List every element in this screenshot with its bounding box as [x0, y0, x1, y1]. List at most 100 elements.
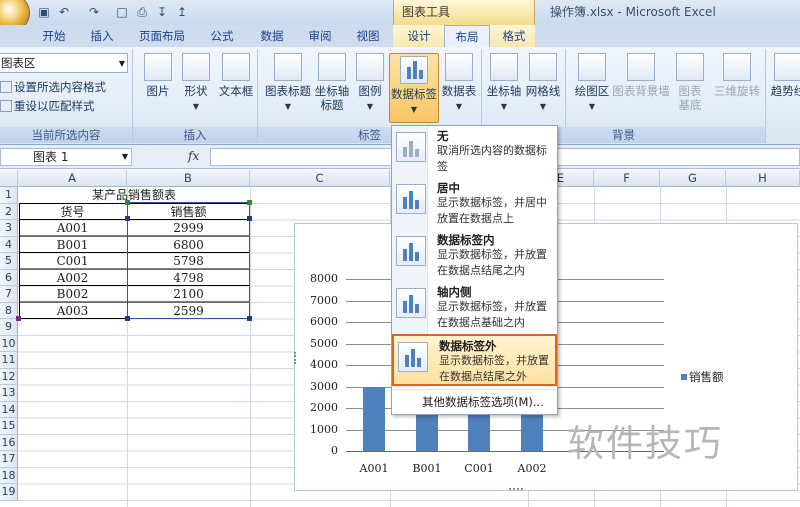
row-header[interactable]: 4: [0, 236, 18, 253]
textbox-button[interactable]: 文本框: [216, 53, 256, 98]
plot-area-button[interactable]: 绘图区 ▼: [572, 53, 612, 114]
reset-style-button[interactable]: 重设以匹配样式: [0, 97, 95, 115]
menu-item-title: 无: [437, 129, 449, 143]
data-table-button[interactable]: 数据表 ▼: [441, 53, 477, 114]
chart-element-dropdown[interactable]: 图表区 ▼: [0, 53, 128, 73]
range-handle[interactable]: [125, 216, 130, 221]
chart-resize-handle[interactable]: [509, 488, 523, 492]
picture-button[interactable]: 图片: [140, 53, 176, 98]
table-cell[interactable]: B002: [18, 286, 127, 303]
menu-item-inside-end[interactable]: 数据标签内 显示数据标签，并放置在数据点结尾之内: [392, 230, 557, 282]
chart-wall-icon: [627, 53, 655, 81]
menu-item-inside-base[interactable]: 轴内侧 显示数据标签，并放置在数据点基础之内: [392, 282, 557, 334]
save-icon[interactable]: ▣: [36, 4, 52, 20]
bar-a001[interactable]: [363, 386, 385, 451]
chart-title-button[interactable]: 图表标题 ▼: [262, 53, 314, 114]
gridlines-button[interactable]: 网格线 ▼: [524, 53, 562, 114]
row-header[interactable]: 6: [0, 269, 18, 286]
row-header[interactable]: 12: [0, 368, 18, 385]
tab-home[interactable]: 开始: [32, 25, 76, 47]
trendline-button[interactable]: 趋势线: [768, 53, 800, 98]
print-preview-icon[interactable]: ⎙: [134, 4, 150, 20]
column-header-b[interactable]: B: [127, 170, 250, 187]
3d-rotation-button[interactable]: 三维旋转: [710, 53, 764, 98]
picture-label: 图片: [146, 84, 170, 98]
legend-swatch: [681, 374, 687, 380]
row-header[interactable]: 10: [0, 335, 18, 352]
menu-item-title: 轴内侧: [437, 285, 472, 299]
row-header[interactable]: 19: [0, 484, 18, 501]
row-header[interactable]: 17: [0, 451, 18, 468]
tab-data[interactable]: 数据: [250, 25, 294, 47]
range-handle[interactable]: [125, 200, 130, 205]
column-header-c[interactable]: C: [250, 170, 390, 187]
row-header[interactable]: 2: [0, 203, 18, 220]
column-header-a[interactable]: A: [18, 170, 127, 187]
row-header[interactable]: 18: [0, 467, 18, 484]
select-all-corner[interactable]: [0, 170, 18, 187]
menu-item-center[interactable]: 居中 显示数据标签，并居中放置在数据点上: [392, 178, 557, 230]
column-header-f[interactable]: F: [594, 170, 660, 187]
more-data-label-options[interactable]: 其他数据标签选项(M)...: [392, 389, 557, 413]
range-handle[interactable]: [16, 316, 21, 321]
row-header[interactable]: 3: [0, 220, 18, 237]
range-handle[interactable]: [125, 316, 130, 321]
row-header[interactable]: 9: [0, 319, 18, 336]
row-header[interactable]: 13: [0, 385, 18, 402]
x-tick-label: B001: [412, 462, 442, 475]
sort-ascending-icon[interactable]: ↧: [154, 4, 170, 20]
range-handle[interactable]: [247, 316, 252, 321]
tab-layout[interactable]: 布局: [444, 25, 490, 47]
chart-tools-context-title: 图表工具: [393, 0, 535, 25]
tab-review[interactable]: 审阅: [298, 25, 342, 47]
tab-design[interactable]: 设计: [396, 25, 442, 47]
format-selection-button[interactable]: 设置所选内容格式: [0, 78, 106, 96]
redo-icon[interactable]: ↷: [86, 4, 102, 20]
row-header[interactable]: 5: [0, 253, 18, 270]
row-header[interactable]: 14: [0, 401, 18, 418]
row-header[interactable]: 16: [0, 434, 18, 451]
picture-icon: [144, 53, 172, 81]
tab-view[interactable]: 视图: [346, 25, 390, 47]
menu-item-none[interactable]: 无 取消所选内容的数据标签: [392, 126, 557, 178]
undo-icon[interactable]: ↶: [56, 4, 72, 20]
legend-label[interactable]: 销售额: [689, 369, 724, 385]
sort-descending-icon[interactable]: ↥: [174, 4, 190, 20]
data-labels-button[interactable]: 数据标签 ▼: [389, 53, 439, 123]
table-cell[interactable]: B001: [18, 237, 127, 254]
column-header-g[interactable]: G: [660, 170, 726, 187]
column-header-h[interactable]: H: [726, 170, 800, 187]
chart-floor-button[interactable]: 图表 基底: [672, 53, 708, 112]
table-cell[interactable]: A002: [18, 270, 127, 287]
menu-item-outside-end[interactable]: 数据标签外 显示数据标签，并放置在数据点结尾之外: [392, 334, 557, 386]
row-header[interactable]: 15: [0, 418, 18, 435]
row-header[interactable]: 11: [0, 352, 18, 369]
table-cell[interactable]: A003: [18, 303, 127, 320]
tab-formulas[interactable]: 公式: [200, 25, 244, 47]
name-box[interactable]: 图表 1 ▼: [0, 148, 132, 166]
row-header[interactable]: 7: [0, 286, 18, 303]
axes-button[interactable]: 坐标轴 ▼: [486, 53, 522, 114]
axis-titles-button[interactable]: 坐标轴 标题: [312, 53, 352, 112]
range-handle[interactable]: [247, 216, 252, 221]
chart-wall-button[interactable]: 图表背景墙: [612, 53, 670, 98]
y-tick-label: 4000: [310, 358, 338, 371]
x-tick-label: A002: [517, 462, 547, 475]
axes-icon: [490, 53, 518, 81]
row-header[interactable]: 1: [0, 187, 18, 204]
tab-insert[interactable]: 插入: [80, 25, 124, 47]
range-handle[interactable]: [247, 200, 252, 205]
shapes-button[interactable]: 形状 ▼: [178, 53, 214, 114]
menu-item-description: 显示数据标签，并放置在数据点基础之内: [437, 300, 547, 329]
table-cell[interactable]: A001: [18, 220, 127, 237]
legend-button[interactable]: 图例 ▼: [354, 53, 386, 114]
textbox-icon: [222, 53, 250, 81]
tab-format[interactable]: 格式: [492, 25, 536, 47]
insert-function-icon[interactable]: fx: [188, 149, 199, 163]
chevron-down-icon: ▼: [121, 152, 128, 161]
new-document-icon[interactable]: □: [114, 4, 130, 20]
tab-page-layout[interactable]: 页面布局: [132, 25, 192, 47]
table-cell[interactable]: C001: [18, 253, 127, 270]
chart-source-range-outline: [127, 202, 250, 319]
header-cell-item-no[interactable]: 货号: [18, 204, 127, 221]
